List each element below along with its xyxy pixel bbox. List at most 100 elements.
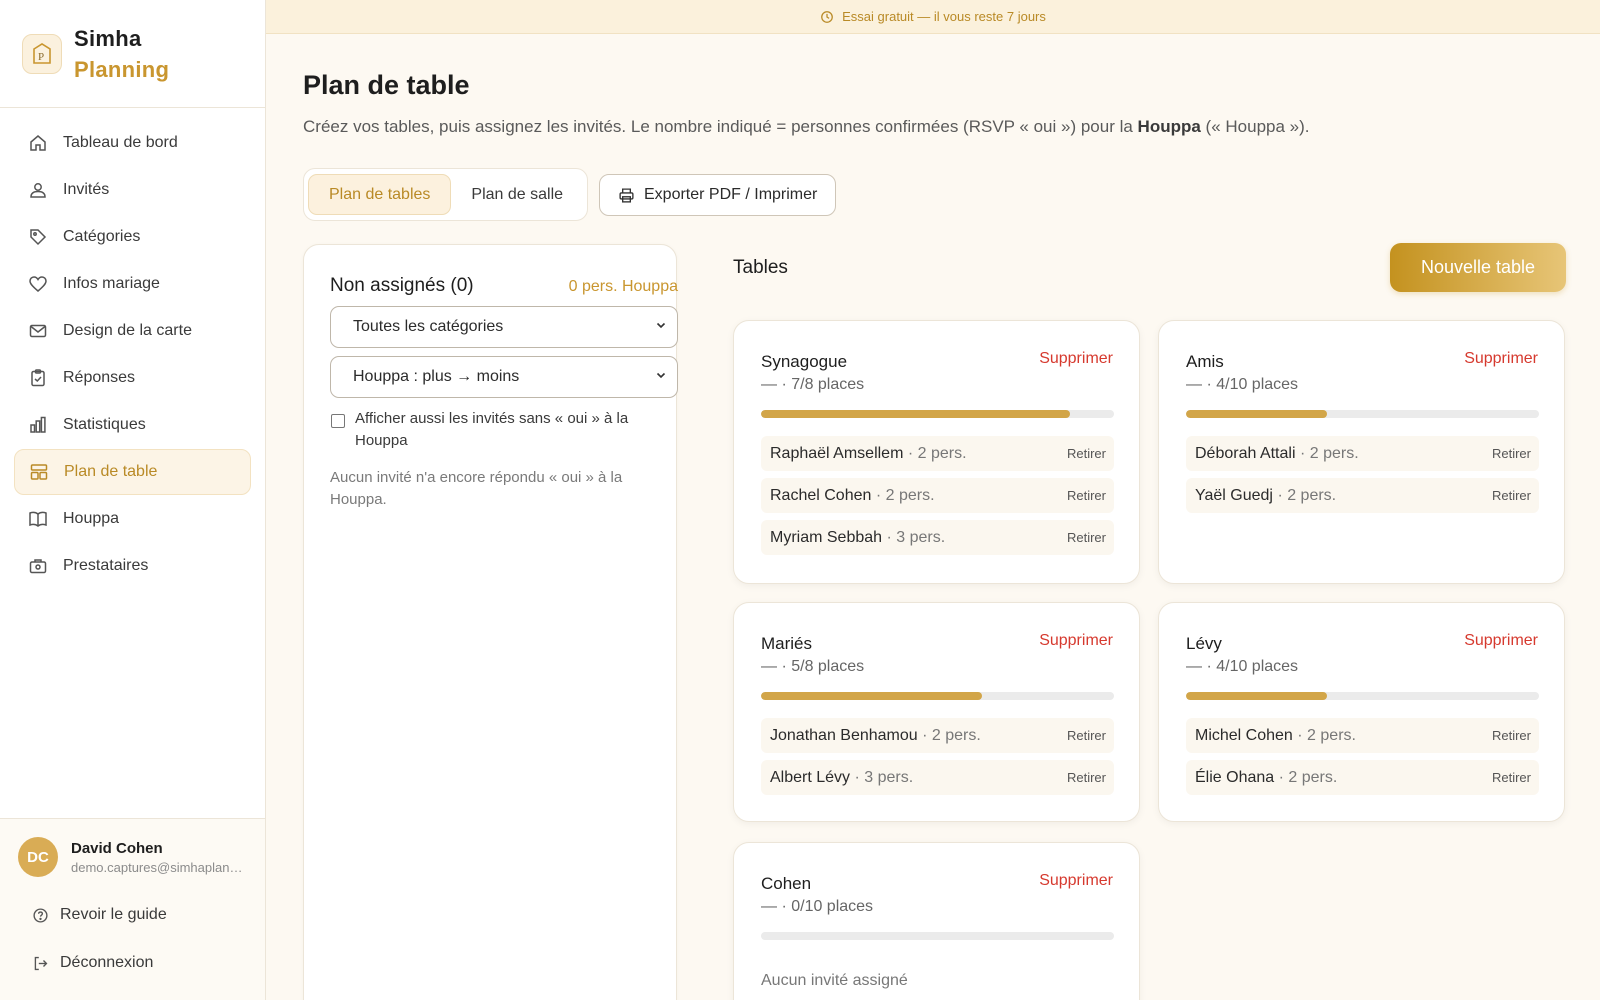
unassigned-panel: Non assignés (0) 0 pers. Houppa Toutes l… — [303, 244, 678, 1000]
user-profile[interactable]: DC David Cohen demo.captures@simhaplanni… — [0, 819, 265, 877]
sidebar-item-dashboard[interactable]: Tableau de bord — [14, 120, 251, 166]
chevron-down-icon — [655, 368, 667, 386]
guest-name: Michel Cohen — [1195, 726, 1293, 744]
table-name: Amis — [1186, 352, 1224, 371]
sidebar-item-label: Houppa — [63, 510, 120, 527]
sidebar-item-label: Statistiques — [63, 416, 146, 433]
sidebar-footer: DC David Cohen demo.captures@simhaplanni… — [0, 818, 265, 1000]
remove-guest-button[interactable]: Retirer — [1067, 530, 1106, 545]
guest-list: Jonathan Benhamou · 2 pers. Retirer Alber… — [761, 718, 1114, 802]
guest-name: Rachel Cohen — [770, 486, 872, 504]
unassigned-empty-note: Aucun invité n'a encore répondu « oui » … — [330, 469, 623, 508]
remove-guest-button[interactable]: Retirer — [1492, 728, 1531, 743]
logout-icon — [32, 954, 50, 972]
logout-link[interactable]: Déconnexion — [0, 939, 265, 987]
clipboard-icon — [27, 367, 49, 389]
sidebar-item-wedding-info[interactable]: Infos mariage — [14, 261, 251, 307]
guest-row: Jonathan Benhamou · 2 pers. Retirer — [761, 718, 1114, 753]
clock-icon — [820, 10, 834, 24]
unassigned-count: 0 pers. Houppa — [568, 278, 678, 295]
guide-label: Revoir le guide — [60, 906, 167, 923]
capacity-bar-fill — [1186, 692, 1328, 700]
chevron-down-icon — [655, 318, 667, 336]
help-circle-icon — [32, 906, 50, 924]
remove-guest-button[interactable]: Retirer — [1067, 770, 1106, 785]
guest-count: · 3 pers. — [886, 528, 946, 546]
guest-row: Albert Lévy · 3 pers. Retirer — [761, 760, 1114, 795]
capacity-bar-fill — [1186, 410, 1328, 418]
table-name: Cohen — [761, 874, 812, 893]
table-places: — · 7/8 places — [761, 376, 865, 393]
sidebar-item-label: Invités — [63, 181, 110, 198]
brand[interactable]: P Simha Planning — [0, 0, 265, 108]
main-content: Essai gratuit — il vous reste 7 jours Pl… — [266, 0, 1600, 1000]
guest-name: Raphaël Amsellem — [770, 444, 904, 462]
layout-icon — [28, 461, 50, 483]
sidebar-item-seating-plan[interactable]: Plan de table — [14, 449, 251, 495]
sidebar-item-label: Catégories — [63, 228, 141, 245]
remove-guest-button[interactable]: Retirer — [1067, 488, 1106, 503]
mail-icon — [27, 320, 49, 342]
sidebar-item-responses[interactable]: Réponses — [14, 355, 251, 401]
table-card: Synagogue Supprimer — · 7/8 places Rapha… — [733, 320, 1140, 584]
table-name: Synagogue — [761, 352, 848, 371]
table-name: Mariés — [761, 634, 813, 653]
remove-guest-button[interactable]: Retirer — [1492, 770, 1531, 785]
tag-icon — [27, 226, 49, 248]
capacity-bar — [761, 932, 1114, 940]
user-name: David Cohen — [71, 839, 163, 857]
guest-row: Rachel Cohen · 2 pers. Retirer — [761, 478, 1114, 513]
sidebar-item-categories[interactable]: Catégories — [14, 214, 251, 260]
remove-guest-button[interactable]: Retirer — [1067, 446, 1106, 461]
category-select-value: Toutes les catégories — [353, 318, 504, 335]
guest-row: Élie Ohana · 2 pers. Retirer — [1186, 760, 1539, 795]
guest-count: · 2 pers. — [907, 444, 967, 462]
page-title: Plan de table — [303, 70, 470, 100]
remove-guest-button[interactable]: Retirer — [1492, 446, 1531, 461]
guest-list: Michel Cohen · 2 pers. Retirer Élie Ohana… — [1186, 718, 1539, 802]
tab-tables-plan[interactable]: Plan de tables — [308, 174, 452, 215]
sort-select[interactable]: Houppa : plus → moins — [330, 356, 678, 398]
delete-table-button[interactable]: Supprimer — [1464, 350, 1538, 368]
sidebar-item-statistics[interactable]: Statistiques — [14, 402, 251, 448]
delete-table-button[interactable]: Supprimer — [1039, 350, 1113, 368]
table-card: Lévy Supprimer — · 4/10 places Michel Co… — [1158, 602, 1565, 822]
tables-title: Tables — [733, 257, 788, 278]
sidebar-item-label: Design de la carte — [63, 322, 192, 339]
logout-label: Déconnexion — [60, 954, 154, 971]
guest-count: · 2 pers. — [922, 726, 981, 744]
category-select[interactable]: Toutes les catégories — [330, 306, 678, 348]
new-table-button[interactable]: Nouvelle table — [1390, 243, 1566, 292]
guest-name: Jonathan Benhamou — [770, 726, 918, 744]
show-all-checkbox[interactable] — [331, 414, 345, 428]
avatar: DC — [18, 837, 58, 877]
trial-text: Essai gratuit — il vous reste 7 jours — [842, 9, 1046, 24]
sidebar-item-label: Plan de table — [64, 463, 158, 480]
guest-count: · 2 pers. — [875, 486, 935, 504]
guest-row: Myriam Sebbah · 3 pers. Retirer — [761, 520, 1114, 555]
delete-table-button[interactable]: Supprimer — [1039, 872, 1113, 890]
export-pdf-button[interactable]: Exporter PDF / Imprimer — [599, 174, 837, 216]
table-places: — · 4/10 places — [1186, 376, 1299, 393]
sidebar: P Simha Planning Tableau de bord Invités… — [0, 0, 266, 1000]
delete-table-button[interactable]: Supprimer — [1464, 632, 1538, 650]
table-card: Amis Supprimer — · 4/10 places Déborah A… — [1158, 320, 1565, 584]
tab-room-plan[interactable]: Plan de salle — [451, 174, 583, 215]
table-name: Lévy — [1186, 634, 1222, 653]
sidebar-item-guests[interactable]: Invités — [14, 167, 251, 213]
sidebar-item-houppa[interactable]: Houppa — [14, 496, 251, 542]
table-places: — · 0/10 places — [761, 898, 874, 915]
remove-guest-button[interactable]: Retirer — [1492, 488, 1531, 503]
delete-table-button[interactable]: Supprimer — [1039, 632, 1113, 650]
sidebar-item-label: Prestataires — [63, 557, 149, 574]
sidebar-item-label: Infos mariage — [63, 275, 160, 292]
users-icon — [27, 179, 49, 201]
capacity-bar — [761, 410, 1114, 418]
sidebar-item-vendors[interactable]: Prestataires — [14, 543, 251, 589]
subtitle-text: Créez vos tables, puis assignez les invi… — [303, 117, 1138, 136]
remove-guest-button[interactable]: Retirer — [1067, 728, 1106, 743]
subtitle-bold: Houppa — [1137, 117, 1201, 136]
guide-link[interactable]: Revoir le guide — [0, 891, 265, 939]
sidebar-item-card-design[interactable]: Design de la carte — [14, 308, 251, 354]
show-all-label: Afficher aussi les invités sans « oui » … — [355, 410, 629, 449]
